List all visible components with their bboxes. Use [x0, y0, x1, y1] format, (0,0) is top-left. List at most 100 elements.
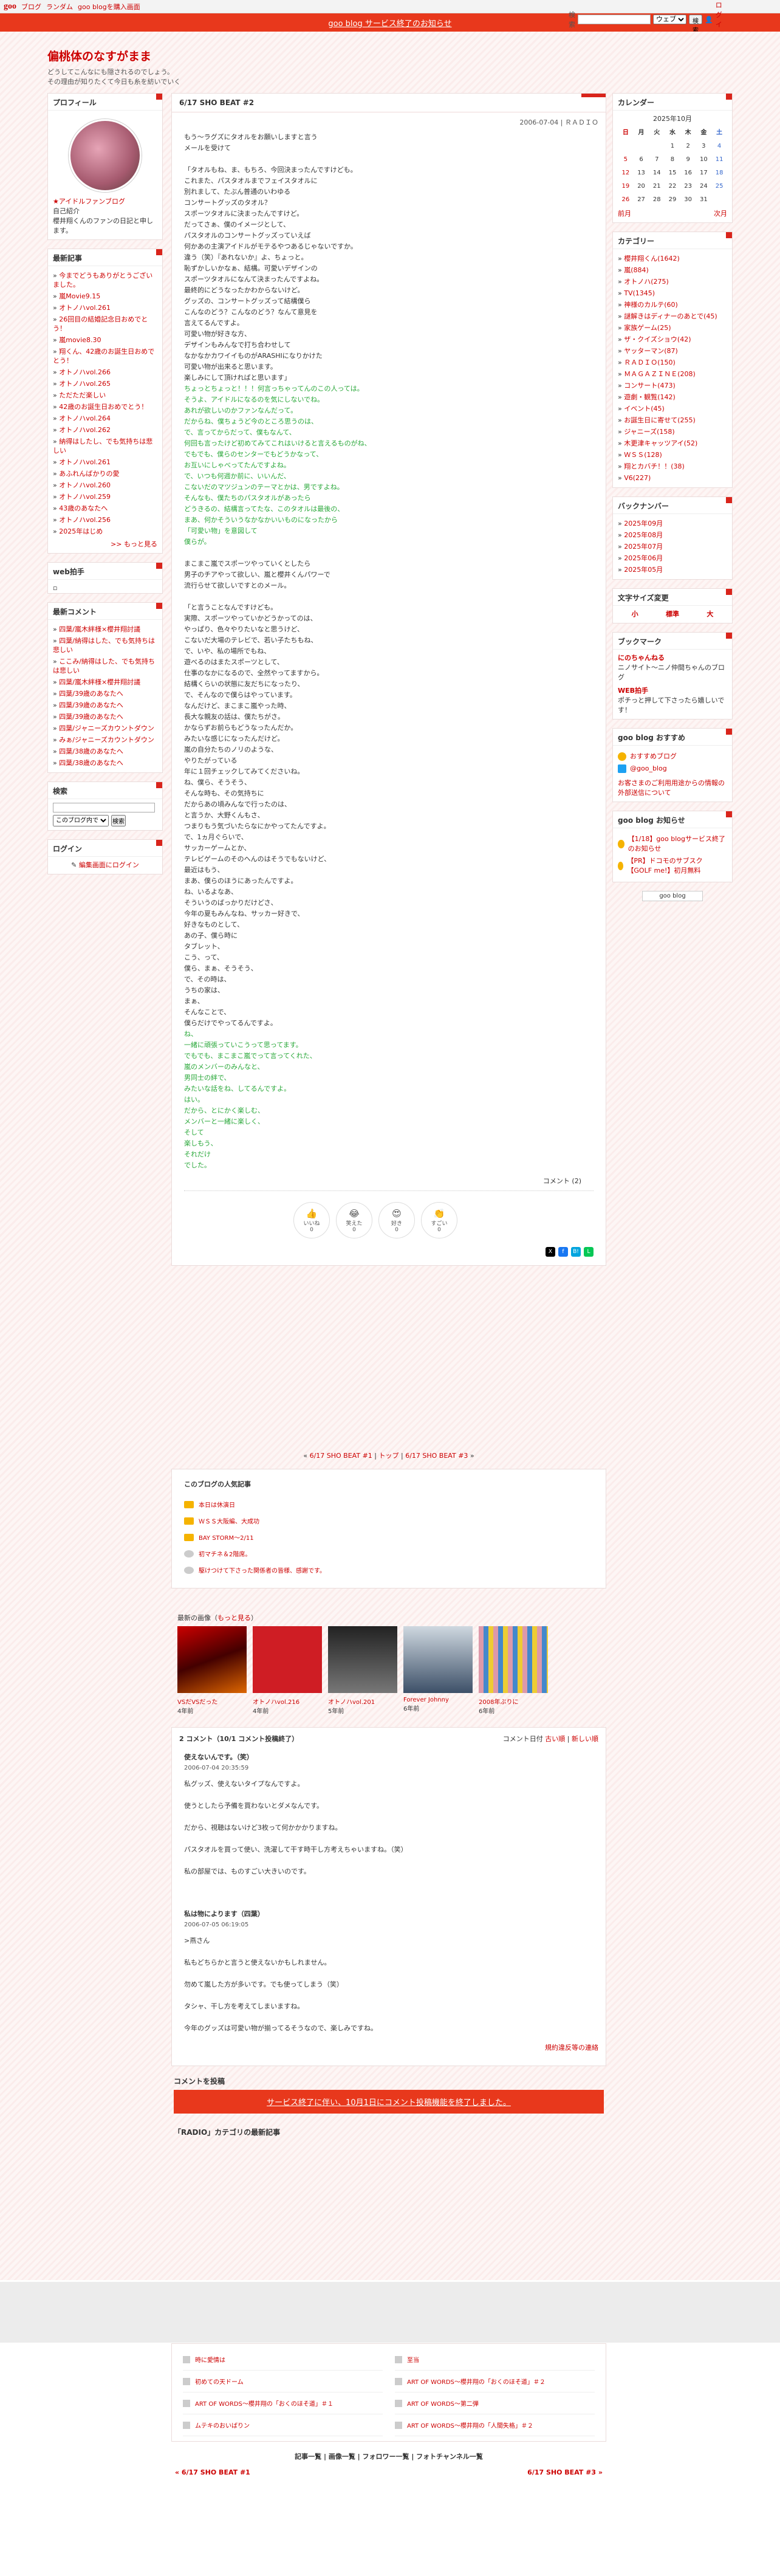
- calendar-day[interactable]: 27: [634, 193, 649, 207]
- recommend-blog-link[interactable]: おすすめブログ: [630, 752, 677, 761]
- related-article-link[interactable]: ART OF WORDS〜櫻井翔の「人間失格」＃２: [407, 2420, 533, 2430]
- article-title[interactable]: 6/17 SHO BEAT #2: [172, 94, 606, 112]
- topbar-link-purchase[interactable]: goo blogを購入画面: [78, 2, 140, 12]
- image-label[interactable]: Forever Johnny: [403, 1697, 473, 1703]
- bookmark-0-link[interactable]: にのちゃんねる: [618, 653, 727, 663]
- calendar-day[interactable]: [711, 193, 727, 207]
- recent-item-link[interactable]: オトノハvol.256: [59, 516, 111, 524]
- image-item[interactable]: 2008年ぶりに 6年前: [479, 1626, 548, 1715]
- calendar-day[interactable]: 26: [618, 193, 634, 207]
- recent-item-link[interactable]: 翔くん、42歳のお誕生日おめでとう！: [53, 348, 154, 365]
- sort-new-link[interactable]: 新しい順: [572, 1735, 598, 1743]
- image-thumbnail[interactable]: [253, 1626, 322, 1693]
- recent-item-link[interactable]: 嵐movie8.30: [59, 336, 101, 344]
- comment-item-link[interactable]: 四葉/39歳のあなたへ: [59, 701, 123, 709]
- calendar-day[interactable]: 7: [649, 153, 665, 167]
- category-link[interactable]: ＲＡＤＩＯ(150): [624, 359, 676, 366]
- recent-item-link[interactable]: 納得はしたし、でも気持ちは悲しい: [53, 438, 152, 455]
- category-link[interactable]: 神様のカルテ(60): [624, 301, 678, 309]
- recent-item-link[interactable]: オトノハvol.261: [59, 304, 111, 312]
- footer-prev-link[interactable]: « 6/17 SHO BEAT #1: [175, 2468, 250, 2476]
- image-item[interactable]: Forever Johnny 6年前: [403, 1626, 473, 1715]
- report-link[interactable]: 規約違反等の連絡: [545, 2044, 598, 2052]
- related-article-link[interactable]: ART OF WORDS〜櫻井翔の「おくのほそ道」＃１: [195, 2399, 334, 2408]
- category-link[interactable]: ヤッターマン(87): [624, 347, 678, 355]
- calendar-day[interactable]: 11: [711, 153, 727, 167]
- related-article-link[interactable]: 時に愛情は: [195, 2355, 225, 2364]
- related-article[interactable]: 至当: [395, 2349, 595, 2371]
- font-large[interactable]: 大: [706, 610, 713, 619]
- image-label[interactable]: VSだVSだった: [177, 1697, 247, 1706]
- font-normal[interactable]: 標準: [666, 610, 679, 619]
- recent-item-link[interactable]: 今までどうもありがとうございました。: [53, 272, 152, 289]
- sort-old-link[interactable]: 古い順: [545, 1735, 565, 1743]
- related-article-link[interactable]: ART OF WORDS〜櫻井翔の「おくのほそ道」＃２: [407, 2377, 546, 2386]
- news-link-1[interactable]: 【PR】ドコモのサブスク【GOLF me!】初月無料: [627, 856, 727, 876]
- calendar-day[interactable]: 25: [711, 180, 727, 193]
- blog-title[interactable]: 偏桃体のなすがまま: [47, 47, 733, 64]
- backnumber-link[interactable]: 2025年09月: [624, 520, 663, 527]
- nav-next-link[interactable]: 6/17 SHO BEAT #3: [405, 1452, 468, 1460]
- calendar-day[interactable]: 12: [618, 167, 634, 180]
- nav-prev-link[interactable]: 6/17 SHO BEAT #1: [310, 1452, 372, 1460]
- topbar-link-blog[interactable]: ブログ: [21, 2, 41, 12]
- popular-item-link[interactable]: 駆けつけて下さった関係者の皆様、感謝です。: [199, 1565, 326, 1575]
- comment-count[interactable]: コメント (2): [184, 1171, 594, 1191]
- recent-more-link[interactable]: >> もっと見る: [111, 540, 157, 548]
- calendar-day[interactable]: 4: [711, 140, 727, 153]
- recent-item-link[interactable]: オトノハvol.262: [59, 426, 111, 434]
- calendar-day[interactable]: 21: [649, 180, 665, 193]
- category-link[interactable]: コンサート(473): [624, 382, 676, 390]
- topbar-search-button[interactable]: 検索: [689, 15, 702, 34]
- calendar-day[interactable]: 9: [680, 153, 696, 167]
- category-link[interactable]: ジャニーズ(158): [624, 428, 674, 436]
- backnumber-link[interactable]: 2025年07月: [624, 543, 663, 551]
- image-label[interactable]: 2008年ぶりに: [479, 1697, 548, 1706]
- image-icon[interactable]: ▫: [53, 584, 57, 592]
- related-article-link[interactable]: ART OF WORDS〜第二弾: [407, 2399, 479, 2408]
- comment-item-link[interactable]: 四葉/38歳のあなたへ: [59, 747, 123, 755]
- topbar-search-select[interactable]: ウェブ: [653, 15, 686, 24]
- image-label[interactable]: オトノハvol.216: [253, 1697, 322, 1706]
- calendar-day[interactable]: 30: [680, 193, 696, 207]
- related-article[interactable]: 時に愛情は: [183, 2349, 383, 2371]
- category-link[interactable]: 家族ゲーム(25): [624, 324, 671, 332]
- category-link[interactable]: ＷＳＳ(128): [624, 451, 662, 459]
- recent-item-link[interactable]: オトノハvol.266: [59, 368, 111, 376]
- comment-item-link[interactable]: 四葉/38歳のあなたへ: [59, 759, 123, 767]
- recent-item-link[interactable]: オトノハvol.260: [59, 481, 111, 489]
- recent-item-link[interactable]: オトノハvol.264: [59, 414, 111, 422]
- related-article[interactable]: ムテキのおいばりン: [183, 2414, 383, 2436]
- calendar-day[interactable]: 16: [680, 167, 696, 180]
- category-link[interactable]: 遊劇・観覧(142): [624, 393, 676, 401]
- nav-top-link[interactable]: トップ: [379, 1452, 399, 1460]
- calendar-day[interactable]: 22: [665, 180, 680, 193]
- image-thumbnail[interactable]: [328, 1626, 397, 1693]
- calendar-day[interactable]: 8: [665, 153, 680, 167]
- category-link[interactable]: お誕生日に寄せて(255): [624, 416, 696, 424]
- image-item[interactable]: VSだVSだった 4年前: [177, 1626, 247, 1715]
- category-link[interactable]: ＭＡＧＡＺＩＮＥ(208): [624, 370, 696, 378]
- calendar-day[interactable]: 24: [696, 180, 712, 193]
- calendar-day[interactable]: 31: [696, 193, 712, 207]
- backnumber-link[interactable]: 2025年05月: [624, 566, 663, 574]
- category-link[interactable]: オトノハ(275): [624, 278, 669, 286]
- related-article[interactable]: ART OF WORDS〜櫻井翔の「おくのほそ道」＃２: [395, 2371, 595, 2392]
- x-share-icon[interactable]: X: [546, 1247, 555, 1257]
- calendar-day[interactable]: 23: [680, 180, 696, 193]
- edit-login-link[interactable]: 編集画面にログイン: [79, 861, 139, 869]
- recent-item-link[interactable]: ただただ楽しい: [59, 391, 106, 399]
- comment-item-link[interactable]: 四葉/嵐木絆様×櫻井翔討議: [59, 678, 140, 686]
- line-share-icon[interactable]: L: [584, 1247, 594, 1257]
- recent-item-link[interactable]: オトノハvol.259: [59, 493, 111, 501]
- popular-item-link[interactable]: 初マチネ＆2階席。: [199, 1549, 251, 1558]
- recent-item-link[interactable]: 26回目の結婚記念日おめでとう！: [53, 315, 148, 332]
- backnumber-link[interactable]: 2025年08月: [624, 531, 663, 539]
- calendar-day[interactable]: 5: [618, 153, 634, 167]
- popular-item-link[interactable]: 本日は休演日: [199, 1500, 235, 1509]
- reaction-button[interactable]: 👏 すごい 0: [421, 1202, 457, 1238]
- reaction-button[interactable]: 😍 好き 0: [378, 1202, 415, 1238]
- goo-blog-x-link[interactable]: @goo_blog: [630, 764, 667, 774]
- comment-item-link[interactable]: 四葉/39歳のあなたへ: [59, 690, 123, 698]
- blog-search-button[interactable]: 検索: [111, 815, 126, 826]
